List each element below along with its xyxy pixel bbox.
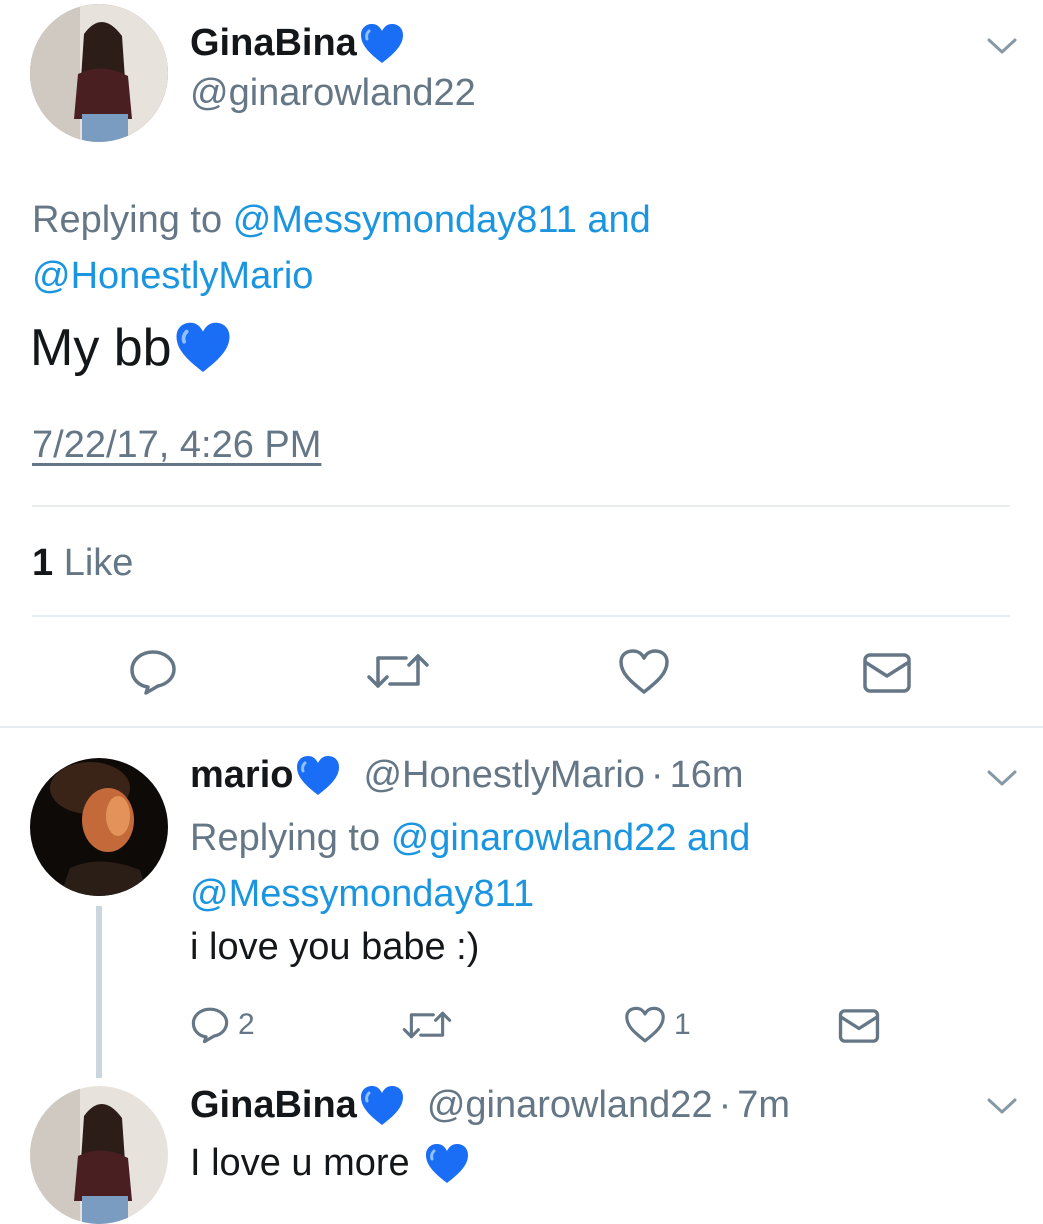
- envelope-icon: [838, 1009, 880, 1043]
- likes-label[interactable]: Like: [64, 542, 134, 584]
- retweet-button[interactable]: [366, 650, 430, 692]
- direct-message-button[interactable]: [838, 1008, 880, 1044]
- tweet-timestamp[interactable]: 7/22/17, 4:26 PM: [32, 424, 321, 467]
- reply2-text: I love u more: [190, 1142, 470, 1185]
- main-author-name[interactable]: GinaBina: [190, 22, 405, 65]
- mario-avatar[interactable]: [30, 758, 168, 896]
- replying-and[interactable]: and: [687, 817, 750, 859]
- retweet-icon: [367, 654, 429, 688]
- mention-link[interactable]: @ginarowland22: [391, 817, 677, 859]
- tweet-time[interactable]: 16m: [670, 754, 744, 797]
- chevron-down-icon[interactable]: [986, 36, 1018, 56]
- chevron-down-icon[interactable]: [986, 768, 1018, 788]
- mention-link[interactable]: @Messymonday811: [190, 873, 534, 915]
- likes-number[interactable]: 1: [32, 542, 53, 584]
- tweet-text: My bb: [30, 319, 172, 377]
- mention-link[interactable]: @HonestlyMario: [32, 255, 313, 297]
- mention-link[interactable]: @Messymonday811: [233, 199, 577, 241]
- blue-heart-icon: [176, 322, 230, 372]
- thread-line: [96, 906, 102, 1078]
- separator-dot: ·: [718, 1084, 732, 1126]
- gina-avatar[interactable]: [30, 4, 168, 142]
- reply-button[interactable]: [128, 648, 178, 696]
- gina-avatar[interactable]: [30, 1086, 168, 1224]
- author-handle[interactable]: @ginarowland22: [427, 1084, 713, 1127]
- retweet-button[interactable]: [402, 1008, 452, 1042]
- blue-heart-icon: [360, 23, 403, 63]
- main-tweet-text: My bb: [30, 318, 232, 378]
- tweet-text: I love u more: [190, 1142, 410, 1184]
- divider: [32, 615, 1010, 617]
- reply-icon: [191, 1007, 229, 1044]
- separator-dot: ·: [650, 754, 664, 796]
- divider: [32, 505, 1010, 507]
- heart-outline-icon: [625, 1006, 665, 1043]
- divider: [0, 726, 1043, 728]
- likes-count[interactable]: 1 Like: [32, 542, 133, 585]
- blue-heart-icon: [360, 1085, 403, 1125]
- reply-icon: [130, 650, 176, 695]
- reply1-header: mario @HonestlyMario · 16m: [190, 754, 744, 797]
- like-button[interactable]: 1: [624, 1006, 691, 1044]
- reply-count: 2: [238, 1008, 255, 1041]
- heart-outline-icon: [619, 649, 669, 694]
- main-author-handle[interactable]: @ginarowland22: [190, 72, 476, 115]
- reply-button[interactable]: 2: [190, 1006, 255, 1044]
- like-count: 1: [674, 1008, 691, 1041]
- like-button[interactable]: [618, 648, 670, 696]
- envelope-icon: [863, 653, 911, 693]
- reply2-header: GinaBina @ginarowland22 · 7m: [190, 1084, 790, 1127]
- main-replying-to: Replying to @Messymonday811 and @Honestl…: [32, 192, 992, 304]
- blue-heart-icon: [297, 755, 340, 795]
- retweet-icon: [402, 1011, 452, 1039]
- replying-and[interactable]: and: [587, 199, 650, 241]
- chevron-down-icon[interactable]: [986, 1096, 1018, 1116]
- author-name-text[interactable]: mario: [190, 754, 293, 797]
- author-name-text[interactable]: GinaBina: [190, 1084, 357, 1127]
- blue-heart-icon: [425, 1143, 468, 1183]
- direct-message-button[interactable]: [862, 652, 912, 694]
- author-name-text[interactable]: GinaBina: [190, 22, 357, 65]
- author-handle[interactable]: @HonestlyMario: [363, 754, 644, 797]
- replying-prefix: Replying to: [190, 817, 381, 859]
- reply1-text: i love you babe :): [190, 926, 480, 968]
- replying-prefix: Replying to: [32, 199, 223, 241]
- tweet-time[interactable]: 7m: [737, 1084, 790, 1127]
- reply1-replying-to: Replying to @ginarowland22 and @Messymon…: [190, 810, 990, 922]
